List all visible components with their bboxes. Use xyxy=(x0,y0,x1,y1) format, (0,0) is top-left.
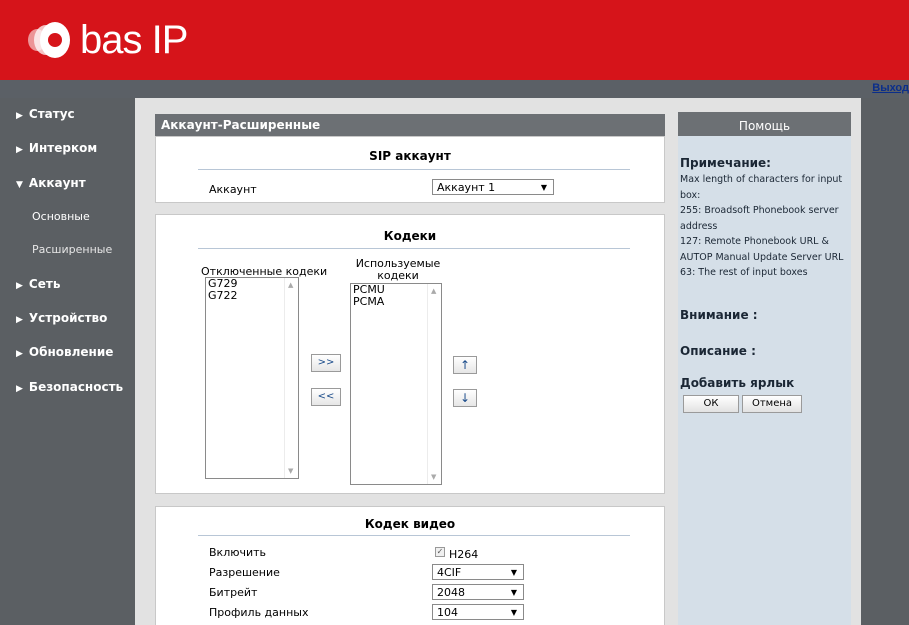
note-line: address xyxy=(680,220,718,232)
note-line: 63: The rest of input boxes xyxy=(680,267,808,278)
scroll-down-icon: ▼ xyxy=(431,473,437,481)
scroll-up-icon: ▲ xyxy=(431,287,437,295)
logo-mark-icon xyxy=(28,19,70,61)
note-line: Max length of characters for input xyxy=(680,174,843,185)
ok-button[interactable]: ОК xyxy=(683,395,739,413)
section-title: SIP аккаунт xyxy=(369,149,451,163)
sidebar-item-label: Аккаунт xyxy=(28,176,86,190)
section-divider xyxy=(198,248,630,249)
sip-account-section: SIP аккаунт Аккаунт Аккаунт 1 ▼ xyxy=(155,136,665,203)
account-label: Аккаунт xyxy=(209,183,257,196)
logo-text: bas IP xyxy=(80,17,188,62)
codecs-section: Кодеки Отключенные кодеки Используемые к… xyxy=(155,214,665,494)
bitrate-select-value: 2048 xyxy=(437,586,465,599)
sidebar-item-security[interactable]: ▶ Безопасность xyxy=(16,380,123,394)
section-title: Кодек видео xyxy=(364,517,456,531)
scroll-up-icon: ▲ xyxy=(288,281,294,289)
sidebar-item-label: Устройство xyxy=(28,311,108,325)
resolution-select-value: 4CIF xyxy=(437,566,462,579)
section-title: Кодеки xyxy=(383,229,437,243)
disabled-codecs-list[interactable]: G729 G722 ▲ ▼ xyxy=(205,277,299,479)
expand-arrow-icon: ▶ xyxy=(16,281,23,291)
note-line: 255: Broadsoft Phonebook server xyxy=(680,205,839,216)
note-line: box: xyxy=(680,189,701,201)
scrollbar[interactable]: ▲ ▼ xyxy=(427,284,441,484)
note-line: AUTOP Manual Update Server URL xyxy=(680,251,844,263)
help-header: Помощь xyxy=(678,112,851,136)
expand-arrow-icon: ▶ xyxy=(16,111,23,121)
h264-label: H264 xyxy=(449,548,479,561)
sidebar-item-label: Безопасность xyxy=(28,380,124,394)
sidebar-item-label: Обновление xyxy=(28,345,114,359)
sidebar-item-label: Интерком xyxy=(28,141,98,155)
move-up-button[interactable]: ↑ xyxy=(453,356,477,374)
video-codec-section: Кодек видео Включить ✓ H264 Разрешение 4… xyxy=(155,506,665,625)
note-text: Max length of characters for input box: … xyxy=(680,172,850,281)
dropdown-arrow-icon: ▼ xyxy=(540,183,547,192)
expand-arrow-icon: ▶ xyxy=(16,349,23,359)
add-shortcut-title: Добавить ярлык xyxy=(680,376,795,390)
profile-select[interactable]: 104 ▼ xyxy=(432,604,524,620)
sidebar-item-account[interactable]: ▼ Аккаунт xyxy=(16,176,86,190)
move-right-button[interactable]: >> xyxy=(311,354,341,372)
logout-link[interactable]: Выход xyxy=(872,82,909,94)
cancel-button[interactable]: Отмена xyxy=(742,395,802,413)
move-left-button[interactable]: << xyxy=(311,388,341,406)
dropdown-arrow-icon: ▼ xyxy=(510,568,517,577)
page-title: Аккаунт-Расширенные xyxy=(155,114,665,136)
collapse-arrow-icon: ▼ xyxy=(16,180,23,190)
expand-arrow-icon: ▶ xyxy=(16,384,23,394)
sidebar-item-upgrade[interactable]: ▶ Обновление xyxy=(16,345,113,359)
expand-arrow-icon: ▶ xyxy=(16,145,23,155)
sidebar-item-intercom[interactable]: ▶ Интерком xyxy=(16,141,97,155)
bitrate-label: Битрейт xyxy=(209,586,258,599)
warning-title: Внимание : xyxy=(680,308,758,322)
section-divider xyxy=(198,535,630,536)
sidebar-item-network[interactable]: ▶ Сеть xyxy=(16,277,60,291)
scroll-down-icon: ▼ xyxy=(288,467,294,475)
expand-arrow-icon: ▶ xyxy=(16,315,23,325)
resolution-label: Разрешение xyxy=(209,566,280,579)
sidebar-subitem-advanced[interactable]: Расширенные xyxy=(32,243,112,256)
sidebar-item-label: Статус xyxy=(28,107,75,121)
bitrate-select[interactable]: 2048 ▼ xyxy=(432,584,524,600)
account-select-value: Аккаунт 1 xyxy=(437,181,496,194)
sidebar-item-label: Сеть xyxy=(28,277,61,291)
section-divider xyxy=(198,169,630,170)
used-codecs-label-line2: кодеки xyxy=(377,269,419,282)
dropdown-arrow-icon: ▼ xyxy=(510,588,517,597)
right-margin xyxy=(861,98,909,625)
sidebar-item-status[interactable]: ▶ Статус xyxy=(16,107,75,121)
note-line: 127: Remote Phonebook URL & xyxy=(680,236,829,247)
profile-select-value: 104 xyxy=(437,606,458,619)
resolution-select[interactable]: 4CIF ▼ xyxy=(432,564,524,580)
account-select[interactable]: Аккаунт 1 ▼ xyxy=(432,179,554,195)
dropdown-arrow-icon: ▼ xyxy=(510,608,517,617)
used-codecs-label: Используемые кодеки xyxy=(355,258,441,282)
used-codecs-list[interactable]: PCMU PCMA ▲ ▼ xyxy=(350,283,442,485)
description-title: Описание : xyxy=(680,344,756,358)
sidebar-item-device[interactable]: ▶ Устройство xyxy=(16,311,107,325)
header-bar: bas IP xyxy=(0,0,909,80)
scrollbar[interactable]: ▲ ▼ xyxy=(284,278,298,478)
logo: bas IP xyxy=(28,10,188,70)
note-title: Примечание: xyxy=(680,156,771,170)
profile-label: Профиль данных xyxy=(209,606,309,619)
move-down-button[interactable]: ↓ xyxy=(453,389,477,407)
top-strip xyxy=(0,80,909,98)
h264-checkbox[interactable]: ✓ xyxy=(435,547,445,557)
help-panel: Помощь Примечание: Max length of charact… xyxy=(678,112,851,625)
sidebar-subitem-basic[interactable]: Основные xyxy=(32,210,90,223)
enable-label: Включить xyxy=(209,546,267,559)
